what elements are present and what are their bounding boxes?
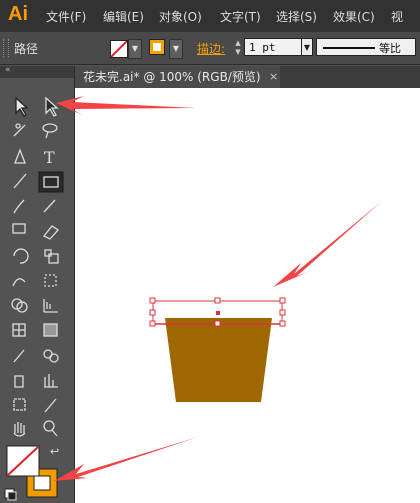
stroke-profile-select[interactable]: 等比 <box>316 38 416 56</box>
fill-dropdown[interactable]: ▼ <box>128 39 142 59</box>
tools-panel: « T ↩ <box>0 65 75 503</box>
menu-bar: Ai 文件(F) 编辑(E) 对象(O) 文字(T) 选择(S) 效果(C) 视 <box>0 0 420 32</box>
menu-view[interactable]: 视 <box>391 8 403 25</box>
menu-select[interactable]: 选择(S) <box>276 8 317 25</box>
app-logo: Ai <box>8 3 28 25</box>
stroke-weight-spinner[interactable]: ▲ ▼ <box>233 39 243 57</box>
selection-tool[interactable] <box>8 94 34 116</box>
tab-bar-empty <box>280 66 420 88</box>
fill-swatch-none[interactable] <box>110 40 128 58</box>
artboard-canvas[interactable] <box>75 66 420 503</box>
rectangle-tool[interactable] <box>38 170 64 192</box>
menu-type[interactable]: 文字(T) <box>220 8 261 25</box>
grip-handle[interactable] <box>3 39 9 57</box>
direct-selection-tool[interactable] <box>38 94 64 116</box>
swap-fill-stroke-icon[interactable]: ↩ <box>50 445 59 458</box>
svg-text:T: T <box>44 148 55 167</box>
selection-type-label: 路径 <box>14 42 39 56</box>
close-tab-icon[interactable]: × <box>269 66 278 88</box>
stroke-label[interactable]: 描边: <box>197 40 225 57</box>
stroke-profile-preview <box>323 47 375 49</box>
menu-edit[interactable]: 编辑(E) <box>103 8 144 25</box>
stroke-color-swatch[interactable] <box>28 471 54 493</box>
menu-effect[interactable]: 效果(C) <box>333 8 375 25</box>
stroke-dropdown[interactable]: ▼ <box>169 39 183 59</box>
none-slash-icon <box>111 41 127 57</box>
stroke-weight-dropdown[interactable]: ▼ <box>301 38 313 56</box>
stroke-swatch[interactable] <box>149 39 165 55</box>
document-tab[interactable]: 花未完.ai* @ 100% (RGB/预览) <box>75 66 280 88</box>
tool-icons: T <box>4 96 64 501</box>
menu-object[interactable]: 对象(O) <box>159 8 202 25</box>
fill-color-swatch[interactable] <box>8 444 34 466</box>
stroke-profile-label: 等比 <box>379 42 401 55</box>
stroke-weight-input[interactable]: 1 pt <box>244 38 302 56</box>
menu-file[interactable]: 文件(F) <box>46 8 86 25</box>
